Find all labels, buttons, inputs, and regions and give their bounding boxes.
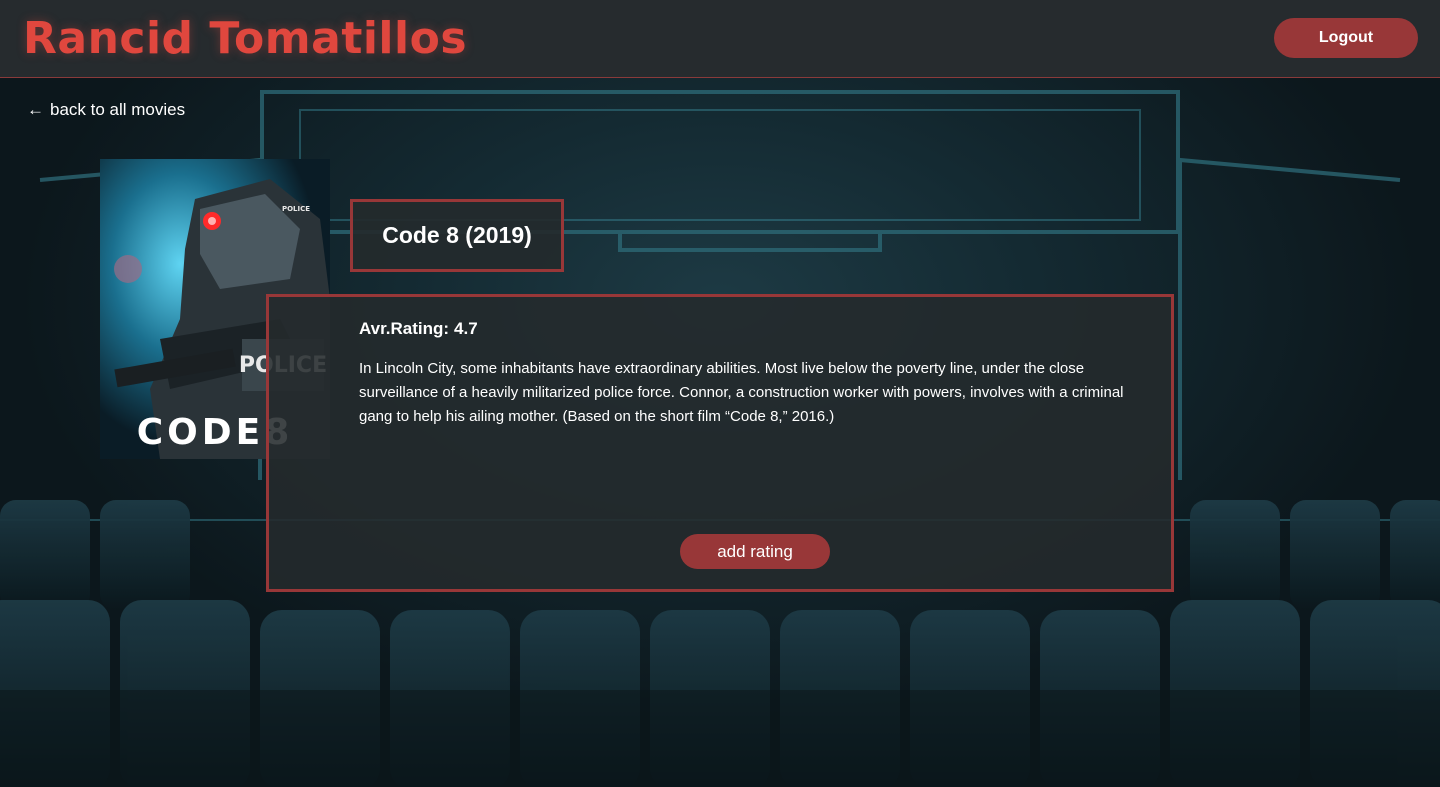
movie-title-box: Code 8 (2019) [350,199,564,272]
back-link-label: back to all movies [50,100,186,119]
add-rating-button[interactable]: add rating [680,534,830,569]
movie-overview: In Lincoln City, some inhabitants have e… [359,360,1124,425]
site-logo-title[interactable]: Rancid Tomatillos [23,10,467,68]
top-header: Rancid Tomatillos Logout [0,0,1440,78]
rating-value: 4.7 [454,319,478,338]
arrow-left-icon: ← [27,100,44,119]
back-to-movies-link[interactable]: ← back to all movies [27,100,185,120]
movie-title: Code 8 (2019) [382,222,532,248]
movie-details-panel: Avr.Rating: 4.7 In Lincoln City, some in… [266,294,1174,592]
poster-police-patch: POLICE [282,205,310,213]
average-rating: Avr.Rating: 4.7 [359,319,478,339]
logout-button[interactable]: Logout [1274,18,1418,58]
rating-label: Avr.Rating: [359,319,450,338]
